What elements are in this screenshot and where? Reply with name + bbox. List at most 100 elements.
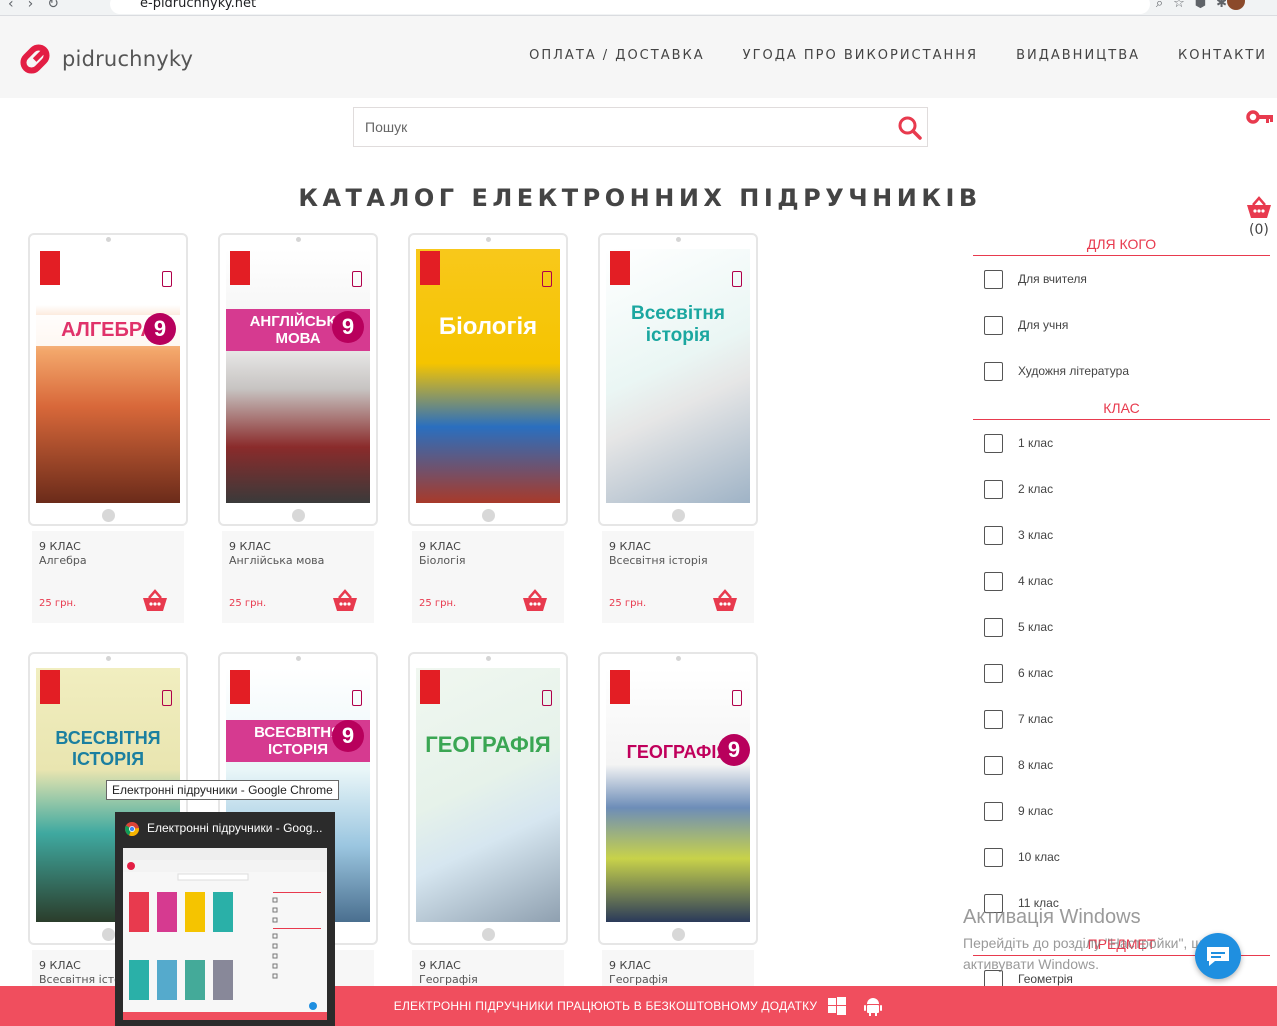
publisher-logo — [420, 670, 440, 704]
page-title: КАТАЛОГ ЕЛЕКТРОННИХ ПІДРУЧНИКІВ — [298, 184, 982, 212]
product-name[interactable]: Всесвітня істо — [39, 973, 121, 986]
info-badge-icon — [732, 271, 742, 287]
filter-option[interactable]: 1 клас — [973, 420, 1270, 466]
menu-terms-of-use[interactable]: УГОДА ПРО ВИКОРИСТАННЯ — [743, 48, 978, 63]
product-name[interactable]: Англійська мова — [229, 554, 324, 567]
filter-option[interactable]: Для учня — [973, 302, 1270, 348]
product-name[interactable]: Всесвітня історія — [609, 554, 708, 567]
menu-payment-delivery[interactable]: ОПЛАТА / ДОСТАВКА — [529, 48, 705, 63]
product-info: 9 КЛАС Англійська мова 25 грн. — [222, 531, 374, 623]
filter-checkbox[interactable] — [984, 433, 1003, 453]
book-cover[interactable]: ГЕОГРАФІЯ 9 — [606, 668, 750, 922]
filter-heading-for-whom: ДЛЯ КОГО — [973, 232, 1270, 256]
product-grade: 9 КЛАС — [229, 540, 271, 553]
tablet-frame[interactable]: АНГЛІЙСЬКА МОВА 9 — [218, 233, 378, 526]
product-name[interactable]: Географія — [419, 973, 478, 986]
filter-option-label[interactable]: 10 клас — [1018, 850, 1060, 864]
filter-option[interactable]: 5 клас — [973, 604, 1270, 650]
taskbar-window-preview[interactable]: Електронні підручники - Goog... — [115, 812, 335, 1026]
filter-option[interactable]: 8 клас — [973, 742, 1270, 788]
product-grade: 9 КЛАС — [419, 959, 461, 972]
site-header: pidruchnyky ОПЛАТА / ДОСТАВКА УГОДА ПРО … — [0, 16, 1277, 98]
filter-option-label[interactable]: Для учня — [1018, 318, 1068, 332]
publisher-logo — [420, 251, 440, 285]
windows-icon[interactable] — [827, 996, 847, 1016]
filter-option-label[interactable]: 2 клас — [1018, 482, 1053, 496]
filter-option-label[interactable]: 3 клас — [1018, 528, 1053, 542]
tablet-home-button — [292, 509, 305, 522]
tablet-frame[interactable]: Всесвітня історія — [598, 233, 758, 526]
filter-option-label[interactable]: 1 клас — [1018, 436, 1053, 450]
tablet-home-button — [482, 928, 495, 941]
book-cover[interactable]: Всесвітня історія — [606, 249, 750, 503]
filter-checkbox[interactable] — [984, 709, 1003, 729]
product-grade: 9 КЛАС — [609, 540, 651, 553]
filter-option-label[interactable]: 6 клас — [1018, 666, 1053, 680]
filter-option[interactable]: Художня література — [973, 348, 1270, 394]
filter-option[interactable]: 7 клас — [973, 696, 1270, 742]
tablet-frame[interactable]: ГЕОГРАФІЯ 9 — [598, 652, 758, 945]
filter-checkbox[interactable] — [984, 479, 1003, 499]
product-name[interactable]: Біологія — [419, 554, 466, 567]
add-to-cart-icon[interactable] — [332, 589, 358, 613]
publisher-logo — [40, 670, 60, 704]
tablet-frame[interactable]: ГЕОГРАФІЯ — [408, 652, 568, 945]
filter-checkbox[interactable] — [984, 617, 1003, 637]
menu-publishers[interactable]: ВИДАВНИЦТВА — [1016, 48, 1140, 63]
logo-text: pidruchnyky — [62, 47, 194, 71]
filter-option-label[interactable]: 8 клас — [1018, 758, 1053, 772]
filter-checkbox[interactable] — [984, 315, 1003, 335]
add-to-cart-icon[interactable] — [712, 589, 738, 613]
site-logo[interactable]: pidruchnyky — [14, 38, 193, 80]
filter-option[interactable]: 9 клас — [973, 788, 1270, 834]
filter-checkbox[interactable] — [984, 663, 1003, 683]
add-to-cart-icon[interactable] — [142, 589, 168, 613]
filter-option[interactable]: Для вчителя — [973, 256, 1270, 302]
book-cover[interactable]: АНГЛІЙСЬКА МОВА 9 — [226, 249, 370, 503]
filter-checkbox[interactable] — [984, 269, 1003, 289]
filter-checkbox[interactable] — [984, 361, 1003, 381]
publisher-logo — [610, 670, 630, 704]
book-cover[interactable]: Біологія — [416, 249, 560, 503]
book-cover[interactable]: ГЕОГРАФІЯ — [416, 668, 560, 922]
address-bar[interactable]: e-pidruchnyky.net — [110, 0, 1150, 14]
product-grade: 9 КЛАС — [39, 959, 81, 972]
publisher-logo — [40, 251, 60, 285]
filter-option-label[interactable]: 9 клас — [1018, 804, 1053, 818]
key-icon[interactable] — [1246, 108, 1274, 126]
filter-checkbox[interactable] — [984, 571, 1003, 591]
add-to-cart-icon[interactable] — [522, 589, 548, 613]
filter-checkbox[interactable] — [984, 525, 1003, 545]
info-badge-icon — [162, 690, 172, 706]
android-icon[interactable] — [863, 996, 883, 1016]
product-name[interactable]: Алгебра — [39, 554, 87, 567]
browser-action-icons[interactable]: ⌕☆⬢✱ — [1156, 0, 1237, 11]
tablet-camera — [106, 656, 111, 661]
chat-button[interactable] — [1195, 933, 1241, 979]
filter-option-label[interactable]: Для вчителя — [1018, 272, 1087, 286]
filter-option-label[interactable]: 7 клас — [1018, 712, 1053, 726]
filter-checkbox[interactable] — [984, 755, 1003, 775]
filter-option[interactable]: 6 клас — [973, 650, 1270, 696]
filter-option-label[interactable]: 5 клас — [1018, 620, 1053, 634]
tablet-home-button — [482, 509, 495, 522]
tablet-frame[interactable]: Біологія — [408, 233, 568, 526]
menu-contacts[interactable]: КОНТАКТИ — [1178, 48, 1267, 63]
book-cover[interactable]: АЛГЕБРА 9 — [36, 249, 180, 503]
filter-checkbox[interactable] — [984, 847, 1003, 867]
filter-option[interactable]: 3 клас — [973, 512, 1270, 558]
thumbnail-image — [123, 848, 327, 1020]
filter-option[interactable]: 10 клас — [973, 834, 1270, 880]
filter-option[interactable]: 4 клас — [973, 558, 1270, 604]
search-icon[interactable] — [897, 115, 923, 141]
filter-option-label[interactable]: Художня література — [1018, 364, 1129, 378]
tablet-camera — [676, 237, 681, 242]
search-bar — [353, 107, 928, 147]
search-input[interactable] — [354, 108, 874, 146]
filter-checkbox[interactable] — [984, 801, 1003, 821]
product-name[interactable]: Географія — [609, 973, 668, 986]
browser-nav-icons[interactable]: ‹›↻ — [8, 0, 73, 12]
filter-option-label[interactable]: 4 клас — [1018, 574, 1053, 588]
tablet-frame[interactable]: АЛГЕБРА 9 — [28, 233, 188, 526]
filter-option[interactable]: 2 клас — [973, 466, 1270, 512]
